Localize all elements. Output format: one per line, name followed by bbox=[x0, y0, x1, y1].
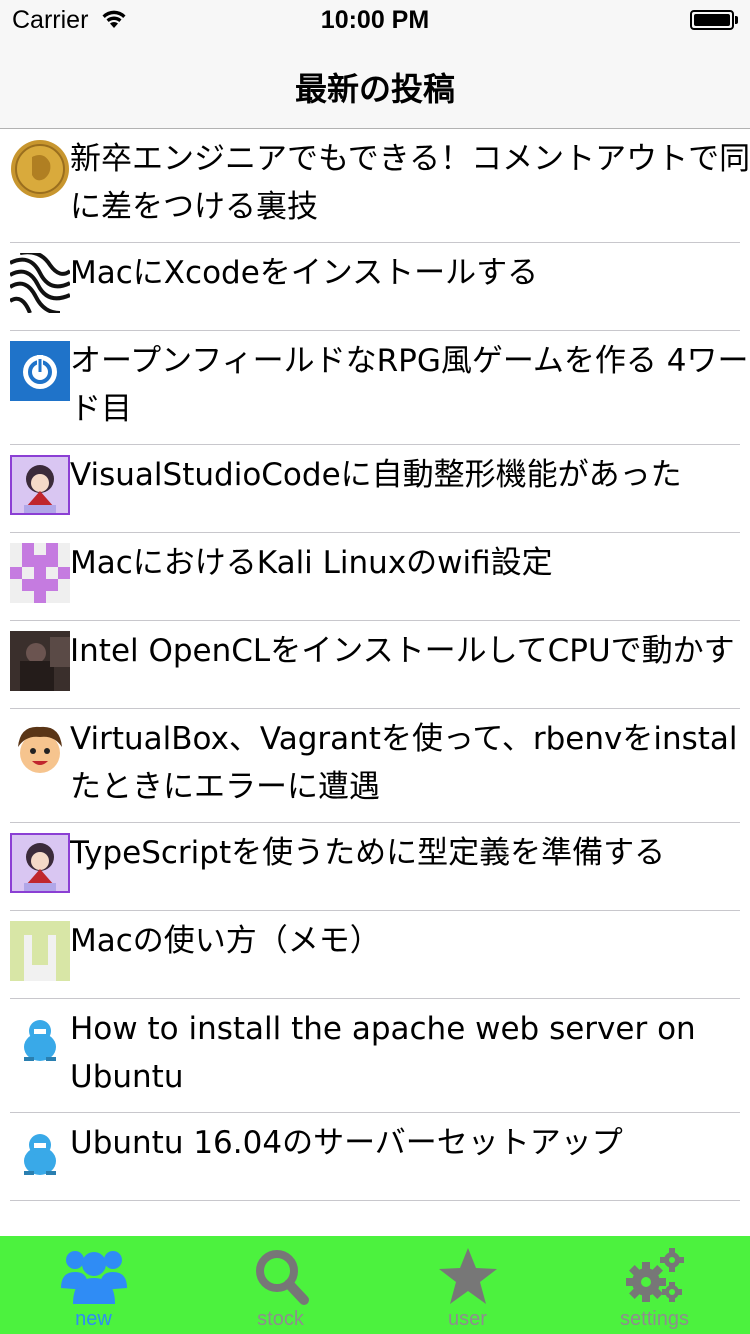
post-title: Intel OpenCLをインストールしてCPUで動かす bbox=[70, 627, 750, 675]
list-item[interactable]: TypeScriptを使うために型定義を準備する bbox=[0, 823, 750, 911]
post-title-line: VirtualBox、Vagrantを使って、rbenvをinstal bbox=[70, 721, 738, 757]
post-title-line: 新卒エンジニアでもできる！コメントアウトで同 bbox=[70, 141, 750, 177]
power-button-avatar bbox=[10, 341, 70, 401]
list-item[interactable]: Ubuntu 16.04のサーバーセットアップ bbox=[0, 1113, 750, 1201]
list-item[interactable]: VisualStudioCodeに自動整形機能があった bbox=[0, 445, 750, 533]
post-title-line: Ubuntu bbox=[70, 1059, 184, 1095]
post-list: 新卒エンジニアでもできる！コメントアウトで同 に差をつける裏技 MacにXcodeを… bbox=[0, 129, 750, 1201]
post-title: MacにXcodeをインストールする bbox=[70, 249, 750, 297]
anime-girl-avatar bbox=[10, 455, 70, 515]
page-title: 最新の投稿 bbox=[294, 70, 455, 108]
list-item[interactable]: 新卒エンジニアでもできる！コメントアウトで同 に差をつける裏技 bbox=[0, 129, 750, 243]
battery-tip bbox=[735, 16, 738, 24]
anime-girl-avatar bbox=[10, 833, 70, 893]
post-title-line: に差をつける裏技 bbox=[70, 189, 318, 225]
gold-coin-avatar bbox=[10, 139, 70, 199]
post-title-line: ド目 bbox=[70, 391, 132, 427]
post-title: MacにおけるKali Linuxのwifi設定 bbox=[70, 539, 750, 587]
post-title-line: Ubuntu 16.04のサーバーセットアップ bbox=[70, 1125, 623, 1161]
list-item[interactable]: Intel OpenCLをインストールしてCPUで動かす bbox=[0, 621, 750, 709]
post-title: Macの使い方（メモ） bbox=[70, 917, 750, 965]
post-title-line: TypeScriptを使うために型定義を準備する bbox=[70, 835, 666, 871]
battery-icon bbox=[690, 10, 734, 30]
post-title: VisualStudioCodeに自動整形機能があった bbox=[70, 451, 750, 499]
post-title-line: オープンフィールドなRPG風ゲームを作る 4ワー bbox=[70, 343, 749, 379]
list-item[interactable]: Macの使い方（メモ） bbox=[0, 911, 750, 999]
post-title: 新卒エンジニアでもできる！コメントアウトで同 に差をつける裏技 bbox=[70, 135, 750, 231]
post-title-line: たときにエラーに遭遇 bbox=[70, 769, 380, 805]
tab-new-label: new bbox=[75, 1308, 112, 1330]
post-title-line: How to install the apache web server on bbox=[70, 1011, 696, 1047]
purple-pixel-avatar bbox=[10, 543, 70, 603]
post-title: Ubuntu 16.04のサーバーセットアップ bbox=[70, 1119, 750, 1167]
tab-settings[interactable]: settings bbox=[561, 1236, 748, 1334]
navigation-bar: 最新の投稿 bbox=[0, 40, 750, 129]
list-item[interactable]: How to install the apache web server on U… bbox=[0, 999, 750, 1113]
gears-icon bbox=[625, 1248, 684, 1302]
post-title: How to install the apache web server on U… bbox=[70, 1005, 750, 1101]
search-icon bbox=[255, 1250, 309, 1305]
list-item[interactable]: オープンフィールドなRPG風ゲームを作る 4ワー ド目 bbox=[0, 331, 750, 445]
list-item[interactable]: VirtualBox、Vagrantを使って、rbenvをinstal たときにエ… bbox=[0, 709, 750, 823]
clock: 10:00 PM bbox=[320, 6, 430, 34]
tab-new[interactable]: new bbox=[0, 1236, 187, 1334]
blue-robot-avatar bbox=[10, 1009, 70, 1069]
status-bar: Carrier 10:00 PM bbox=[0, 0, 750, 40]
tab-user-label: user bbox=[448, 1308, 487, 1330]
blue-robot-avatar bbox=[10, 1123, 70, 1183]
post-title-line: Intel OpenCLをインストールしてCPUで動かす bbox=[70, 633, 735, 669]
tab-settings-label: settings bbox=[620, 1308, 689, 1330]
tab-stock-label: stock bbox=[257, 1308, 304, 1330]
green-pixel-avatar bbox=[10, 921, 70, 981]
tab-bar: new stock user settings bbox=[0, 1236, 750, 1334]
tab-user[interactable]: user bbox=[374, 1236, 561, 1334]
cartoon-boy-avatar bbox=[10, 719, 70, 779]
list-item[interactable]: MacにおけるKali Linuxのwifi設定 bbox=[0, 533, 750, 621]
post-title-line: MacにXcodeをインストールする bbox=[70, 255, 539, 291]
people-icon bbox=[60, 1251, 127, 1304]
post-title-line: MacにおけるKali Linuxのwifi設定 bbox=[70, 545, 553, 581]
tab-stock[interactable]: stock bbox=[187, 1236, 374, 1334]
photo-avatar bbox=[10, 631, 70, 691]
star-icon bbox=[438, 1248, 497, 1304]
list-item[interactable]: MacにXcodeをインストールする bbox=[0, 243, 750, 331]
post-title-line: Macの使い方（メモ） bbox=[70, 923, 381, 959]
post-title: オープンフィールドなRPG風ゲームを作る 4ワー ド目 bbox=[70, 337, 750, 433]
post-title: TypeScriptを使うために型定義を準備する bbox=[70, 829, 750, 877]
post-title-line: VisualStudioCodeに自動整形機能があった bbox=[70, 457, 682, 493]
zebra-avatar bbox=[10, 253, 70, 313]
post-title: VirtualBox、Vagrantを使って、rbenvをinstal たときにエ… bbox=[70, 715, 750, 811]
